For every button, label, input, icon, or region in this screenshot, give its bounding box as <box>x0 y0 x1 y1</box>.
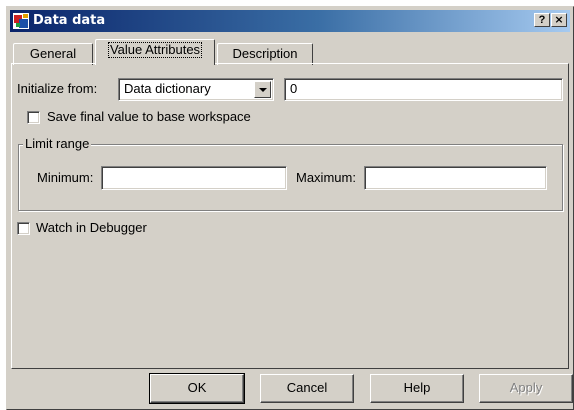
cancel-button[interactable]: Cancel <box>260 374 354 403</box>
save-final-checkbox[interactable] <box>27 111 40 124</box>
cancel-button-label: Cancel <box>286 380 328 395</box>
help-button[interactable]: Help <box>370 374 464 403</box>
simulink-app-icon <box>13 13 29 29</box>
watch-debugger-checkbox[interactable] <box>17 222 30 235</box>
tab-description-label: Description <box>232 46 298 61</box>
initial-value-text: 0 <box>290 81 298 96</box>
initialize-from-value: Data dictionary <box>124 81 211 96</box>
title-help-button[interactable]: ? <box>534 13 550 27</box>
watch-debugger-label: Watch in Debugger <box>36 220 147 235</box>
minimum-input[interactable] <box>101 166 287 190</box>
apply-button[interactable]: Apply <box>479 374 573 403</box>
help-question-icon: ? <box>538 14 546 26</box>
apply-button-label: Apply <box>509 380 543 395</box>
value-attributes-panel: Initialize from: Data dictionary 0 Save … <box>11 63 569 369</box>
tab-general[interactable]: General <box>13 43 93 65</box>
ok-button-label: OK <box>187 380 207 395</box>
initial-value-input[interactable]: 0 <box>284 78 563 101</box>
help-button-label: Help <box>403 380 431 395</box>
limit-range-label: Limit range <box>23 136 92 151</box>
initialize-from-label: Initialize from: <box>17 81 98 96</box>
tab-description[interactable]: Description <box>217 43 313 65</box>
title-bar[interactable]: Data data ? × <box>10 10 570 32</box>
ok-button[interactable]: OK <box>149 373 245 404</box>
initialize-from-dropdown[interactable]: Data dictionary <box>118 78 274 101</box>
tab-value-attributes-label: Value Attributes <box>107 42 203 58</box>
tab-value-attributes[interactable]: Value Attributes <box>95 39 215 65</box>
tab-general-label: General <box>29 46 77 61</box>
close-icon: × <box>554 13 564 26</box>
chevron-down-icon[interactable] <box>254 81 271 98</box>
title-close-button[interactable]: × <box>551 13 567 27</box>
maximum-input[interactable] <box>364 166 547 190</box>
minimum-label: Minimum: <box>37 170 94 185</box>
limit-range-group: Limit range Minimum: Maximum: <box>18 136 563 211</box>
maximum-label: Maximum: <box>296 170 356 185</box>
window-title: Data data <box>33 13 106 28</box>
save-final-label: Save final value to base workspace <box>47 109 251 124</box>
dialog-window: Data data ? × General Value Attributes D… <box>6 6 574 410</box>
